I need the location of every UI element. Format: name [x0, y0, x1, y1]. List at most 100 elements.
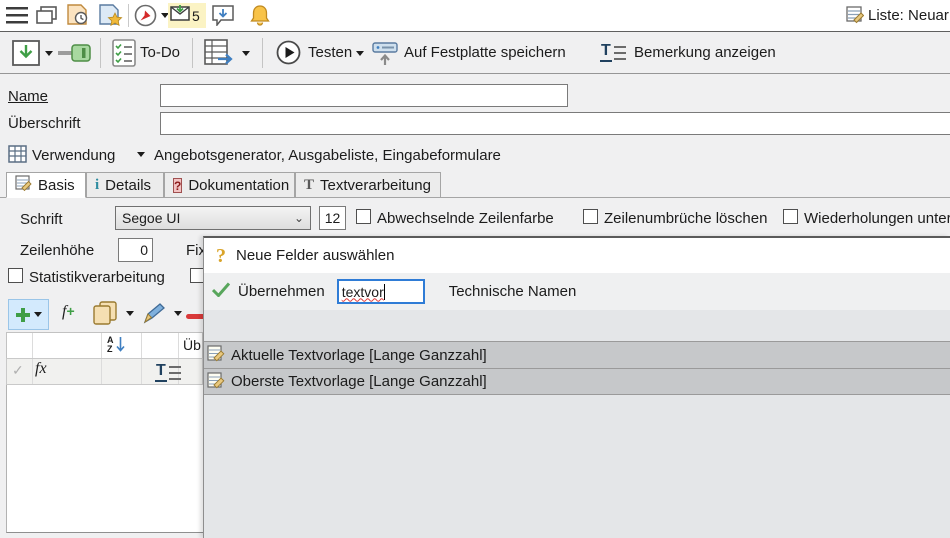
windows-icon[interactable] [36, 6, 58, 30]
grid-header-row-2: ✓ fx T [6, 358, 203, 385]
tab-dokumentation[interactable]: ? Dokumentation [164, 172, 295, 198]
grid-col-heading[interactable]: Üb [183, 337, 201, 353]
fx-column-icon[interactable]: fx [35, 360, 47, 378]
connector-icon[interactable] [58, 44, 94, 67]
rowheight-label: Zeilenhöhe [20, 242, 94, 259]
todo-icon[interactable] [112, 39, 136, 72]
font-combobox[interactable]: Segoe UI ⌄ [115, 206, 311, 230]
delete-linebreaks-checkbox[interactable] [583, 209, 598, 224]
toolbar-separator [100, 38, 101, 68]
action-toolbar: To-Do Testen Auf Festplatte speichern T … [0, 31, 950, 74]
chevron-down-icon: ⌄ [294, 211, 304, 225]
add-field-button[interactable] [8, 299, 49, 330]
suppress-repeats-label: Wiederholungen unterdrü [804, 210, 950, 227]
toolbar-separator [128, 4, 129, 27]
harddrive-save-icon[interactable] [372, 40, 400, 71]
feedback-bubble-icon[interactable] [212, 5, 234, 31]
add-formula-icon[interactable]: f+ [62, 303, 75, 321]
suppress-repeats-checkbox[interactable] [783, 209, 798, 224]
font-label: Schrift [20, 211, 63, 228]
bell-icon[interactable] [250, 4, 270, 31]
copy-dropdown-caret[interactable] [126, 311, 134, 316]
todo-button-label[interactable]: To-Do [140, 44, 180, 61]
app-window: 5 Liste: Neuar To-Do [0, 0, 950, 538]
tab-dokumentation-label: Dokumentation [188, 177, 289, 194]
mail-button[interactable]: 5 [168, 3, 206, 28]
favorite-document-icon[interactable] [98, 4, 124, 31]
edit-pencil-icon[interactable] [142, 301, 166, 330]
name-input[interactable] [160, 84, 568, 107]
new-fields-popup: ? Neue Felder auswählen Übernehmen textv… [203, 236, 950, 538]
save-icon[interactable] [12, 40, 40, 71]
text-t-icon: T [304, 177, 314, 194]
field-grid-body[interactable] [6, 385, 203, 533]
popup-title: Neue Felder auswählen [236, 247, 394, 264]
popup-title-row: ? Neue Felder auswählen [204, 238, 950, 273]
sort-az-icon[interactable]: AZ [107, 336, 125, 357]
export-table-icon[interactable] [204, 39, 236, 72]
apply-button-label[interactable]: Übernehmen [238, 283, 325, 300]
tab-textverarbeitung[interactable]: T Textverarbeitung [295, 172, 441, 198]
popup-apply-row: Übernehmen textvor Technische Namen [204, 273, 950, 310]
field-item-label: Aktuelle Textvorlage [Lange Ganzzahl] [231, 347, 487, 364]
testen-dropdown-caret[interactable] [356, 51, 364, 56]
statistics-checkbox[interactable] [8, 268, 23, 283]
field-search-value: textvor [342, 284, 384, 300]
info-icon: i [95, 177, 99, 194]
question-mark-icon: ? [216, 246, 226, 266]
check-column-icon[interactable]: ✓ [12, 362, 24, 379]
font-size-input[interactable]: 12 [319, 206, 346, 230]
text-cursor [384, 284, 385, 300]
recent-document-icon[interactable] [66, 4, 90, 31]
save-to-disk-label[interactable]: Auf Festplatte speichern [404, 44, 566, 61]
tab-textverarbeitung-label: Textverarbeitung [320, 177, 431, 194]
liste-edit-icon [15, 175, 32, 196]
mail-count-badge: 5 [192, 8, 200, 24]
navigate-icon[interactable] [134, 4, 157, 32]
grid-header-row-1: AZ Üb [6, 332, 203, 358]
field-list-item[interactable]: Aktuelle Textvorlage [Lange Ganzzahl] [204, 341, 950, 368]
help-doc-icon: ? [173, 178, 182, 193]
plus-icon [15, 307, 31, 323]
add-dropdown-caret [34, 312, 42, 317]
rowheight-input[interactable]: 0 [118, 238, 153, 262]
tab-details[interactable]: i Details [86, 172, 164, 198]
table-icon [8, 145, 27, 168]
name-label: Name [8, 88, 48, 105]
testen-button-label[interactable]: Testen [308, 44, 352, 61]
usage-dropdown-caret[interactable] [137, 152, 145, 157]
liste-icon [846, 6, 864, 29]
window-context-label: Liste: Neuar [868, 7, 949, 24]
field-item-icon [207, 344, 225, 366]
top-menu-bar: 5 Liste: Neuar [0, 0, 950, 31]
edit-dropdown-caret[interactable] [174, 311, 182, 316]
heading-input[interactable] [160, 112, 950, 135]
tab-basis-label: Basis [38, 177, 75, 194]
hamburger-menu-icon[interactable] [6, 7, 28, 29]
field-search-input[interactable]: textvor [337, 279, 425, 304]
usage-value: Angebotsgenerator, Ausgabeliste, Eingabe… [154, 147, 501, 164]
statistics-label: Statistikverarbeitung [29, 269, 165, 286]
heading-label: Überschrift [8, 115, 81, 132]
alternating-rowcolor-label: Abwechselnde Zeilenfarbe [377, 210, 554, 227]
field-list-item[interactable]: Oberste Textvorlage [Lange Ganzzahl] [204, 368, 950, 395]
technical-names-label[interactable]: Technische Namen [449, 283, 577, 300]
mail-icon [170, 5, 190, 26]
tab-basis[interactable]: Basis [6, 172, 86, 198]
play-icon[interactable] [276, 40, 301, 70]
toolbar-separator [192, 38, 193, 68]
font-combobox-value: Segoe UI [122, 210, 180, 226]
tab-details-label: Details [105, 177, 151, 194]
toolbar-separator [262, 38, 263, 68]
delete-linebreaks-label: Zeilenumbrüche löschen [604, 210, 767, 227]
usage-label[interactable]: Verwendung [32, 147, 115, 164]
save-dropdown-caret[interactable] [45, 51, 53, 56]
field-item-icon [207, 371, 225, 393]
show-remark-label[interactable]: Bemerkung anzeigen [634, 44, 776, 61]
tabs-baseline [0, 197, 950, 198]
field-item-label: Oberste Textvorlage [Lange Ganzzahl] [231, 373, 487, 390]
copy-icon[interactable] [92, 301, 118, 330]
alternating-rowcolor-checkbox[interactable] [356, 209, 371, 224]
export-dropdown-caret[interactable] [242, 51, 250, 56]
green-check-icon [212, 282, 230, 301]
